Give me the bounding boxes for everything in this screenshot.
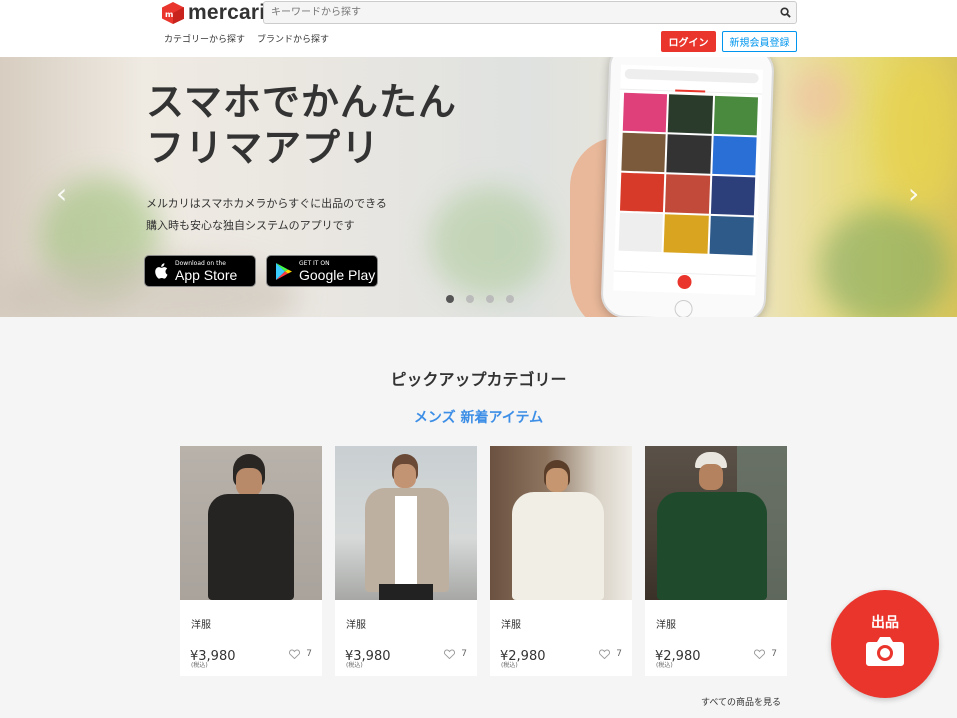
heart-icon xyxy=(289,649,301,659)
mercari-logo[interactable]: m mercari xyxy=(162,1,265,25)
item-photo xyxy=(335,446,477,600)
sell-button[interactable]: 出品 xyxy=(831,590,939,698)
heart-icon xyxy=(444,649,456,659)
carousel-dot[interactable] xyxy=(486,295,494,303)
item-tax-label: (税込) xyxy=(501,662,518,669)
hero-description: メルカリはスマホカメラからすぐに出品のできる 購入時も安心な独自システムのアプリ… xyxy=(146,197,387,232)
item-photo xyxy=(645,446,787,600)
hero-carousel: スマホでかんたん フリマアプリ メルカリはスマホカメラからすぐに出品のできる 購… xyxy=(0,57,957,317)
sub-nav: カテゴリーから探す ブランドから探す xyxy=(164,32,329,45)
pickup-subtitle-link[interactable]: メンズ 新着アイテム xyxy=(0,407,957,427)
item-list: 洋服 ¥3,980 (税込) 7 洋服 ¥3,980 (税込) 7 洋服 ¥2,… xyxy=(180,446,787,676)
login-button[interactable]: ログイン xyxy=(661,31,716,52)
heart-icon xyxy=(599,649,611,659)
item-card[interactable]: 洋服 ¥3,980 (税込) 7 xyxy=(335,446,477,676)
item-tax-label: (税込) xyxy=(656,662,673,669)
item-photo xyxy=(490,446,632,600)
item-card[interactable]: 洋服 ¥2,980 (税込) 7 xyxy=(490,446,632,676)
item-name: 洋服 xyxy=(501,620,521,631)
item-card[interactable]: 洋服 ¥2,980 (税込) 7 xyxy=(645,446,787,676)
item-photo xyxy=(180,446,322,600)
app-store-big-text: App Store xyxy=(175,266,238,283)
carousel-dots xyxy=(446,295,514,303)
google-play-badge[interactable]: GET IT ON Google Play xyxy=(266,255,378,287)
sell-button-label: 出品 xyxy=(871,615,899,631)
carousel-dot[interactable] xyxy=(466,295,474,303)
see-all-items-link[interactable]: すべての商品を見る xyxy=(701,695,781,708)
google-play-icon xyxy=(276,262,292,280)
search-icon[interactable] xyxy=(774,2,796,23)
carousel-next-arrow[interactable]: › xyxy=(908,177,919,210)
item-tax-label: (税込) xyxy=(346,662,363,669)
camera-icon xyxy=(866,637,904,666)
app-store-badge[interactable]: Download on the App Store xyxy=(144,255,256,287)
apple-icon xyxy=(155,263,168,279)
phone-image xyxy=(600,57,775,317)
search-input[interactable] xyxy=(264,2,774,23)
logo-text: mercari xyxy=(188,1,266,24)
search-bar xyxy=(263,1,797,24)
like-count[interactable]: 7 xyxy=(599,649,622,659)
header: m mercari カテゴリーから探す ブランドから探す ログイン 新規会員登録 xyxy=(0,0,957,57)
pickup-section-title: ピックアップカテゴリー xyxy=(390,370,567,389)
brand-search-link[interactable]: ブランドから探す xyxy=(257,32,329,45)
heart-icon xyxy=(754,649,766,659)
carousel-dot[interactable] xyxy=(506,295,514,303)
item-name: 洋服 xyxy=(346,620,366,631)
like-count[interactable]: 7 xyxy=(754,649,777,659)
item-tax-label: (税込) xyxy=(191,662,208,669)
app-store-small-text: Download on the xyxy=(175,259,226,267)
carousel-prev-arrow[interactable]: ‹ xyxy=(56,177,67,210)
item-name: 洋服 xyxy=(656,620,676,631)
google-play-big-text: Google Play xyxy=(299,266,376,283)
item-name: 洋服 xyxy=(191,620,211,631)
google-play-small-text: GET IT ON xyxy=(299,259,330,267)
hero-title: スマホでかんたん フリマアプリ xyxy=(146,80,457,170)
category-search-link[interactable]: カテゴリーから探す xyxy=(164,32,245,45)
item-card[interactable]: 洋服 ¥3,980 (税込) 7 xyxy=(180,446,322,676)
carousel-dot[interactable] xyxy=(446,295,454,303)
mercari-logo-icon: m xyxy=(162,2,184,24)
signup-button[interactable]: 新規会員登録 xyxy=(722,31,797,52)
like-count[interactable]: 7 xyxy=(289,649,312,659)
like-count[interactable]: 7 xyxy=(444,649,467,659)
